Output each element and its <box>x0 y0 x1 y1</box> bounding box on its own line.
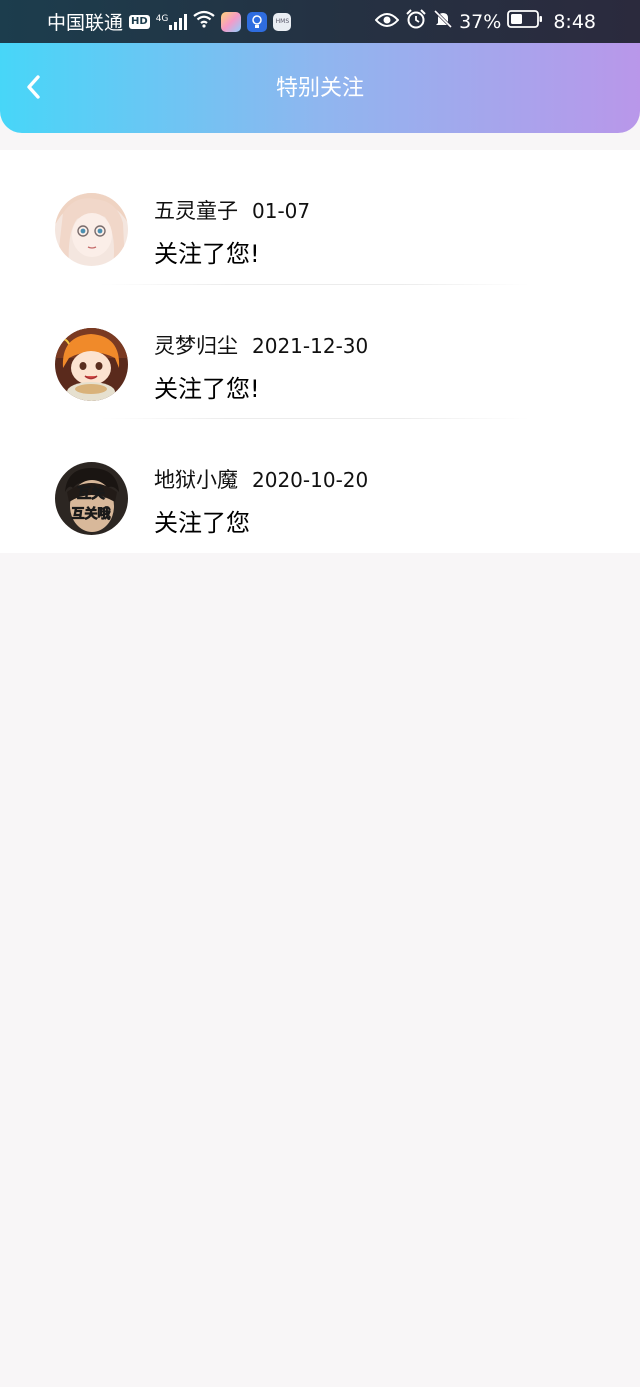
battery-icon <box>507 10 543 33</box>
network-type-label: 4G <box>155 13 169 24</box>
battery-label: 37% <box>459 10 502 33</box>
list-item[interactable]: 互关 互关哦 地狱小魔 2020-10-20 关注了您 <box>0 419 640 554</box>
status-right: 37% 8:48 <box>374 9 596 34</box>
user-meta: 五灵童子 01-07 <box>154 195 310 225</box>
signal-icon: 4G <box>155 13 188 30</box>
avatar[interactable] <box>55 193 128 266</box>
alarm-icon <box>405 9 427 34</box>
lightbulb-app-icon <box>247 11 268 32</box>
hms-app-icon: HMS <box>273 12 292 31</box>
status-bar: 中国联通 HD 4G HMS 37% 8:48 <box>0 0 640 43</box>
list-item[interactable]: 灵梦归尘 2021-12-30 关注了您! <box>0 285 640 419</box>
mute-bell-icon <box>433 9 453 34</box>
avatar-caption: 互关 <box>77 485 105 502</box>
follow-list: 五灵童子 01-07 关注了您! 灵梦归尘 2021-12-30 关注了您! 互… <box>0 150 640 553</box>
follow-date: 2021-12-30 <box>252 333 369 358</box>
hd-badge: HD <box>129 14 150 29</box>
wifi-icon <box>193 10 216 33</box>
page-title: 特别关注 <box>275 76 364 101</box>
status-left: 中国联通 HD 4G HMS <box>47 8 292 35</box>
app-notification-icon <box>221 11 242 32</box>
follow-message: 关注了您! <box>154 374 260 403</box>
user-name[interactable]: 灵梦归尘 <box>154 334 238 358</box>
avatar[interactable]: 互关 互关哦 <box>55 462 128 535</box>
user-meta: 地狱小魔 2020-10-20 <box>154 464 368 494</box>
follow-date: 2020-10-20 <box>252 468 369 492</box>
carrier-label: 中国联通 <box>47 12 124 34</box>
avatar-caption: 互关哦 <box>71 506 110 522</box>
page-header: 特别关注 <box>0 43 640 133</box>
user-meta: 灵梦归尘 2021-12-30 <box>154 330 368 360</box>
follow-message: 关注了您 <box>154 509 250 537</box>
clock-label: 8:48 <box>553 10 596 33</box>
eye-icon <box>374 11 400 33</box>
follow-date: 01-07 <box>252 199 311 223</box>
follow-message: 关注了您! <box>154 240 260 268</box>
user-name[interactable]: 五灵童子 <box>154 199 238 223</box>
avatar[interactable] <box>55 327 128 401</box>
list-item[interactable]: 五灵童子 01-07 关注了您! <box>0 150 640 285</box>
user-name[interactable]: 地狱小魔 <box>154 468 238 492</box>
